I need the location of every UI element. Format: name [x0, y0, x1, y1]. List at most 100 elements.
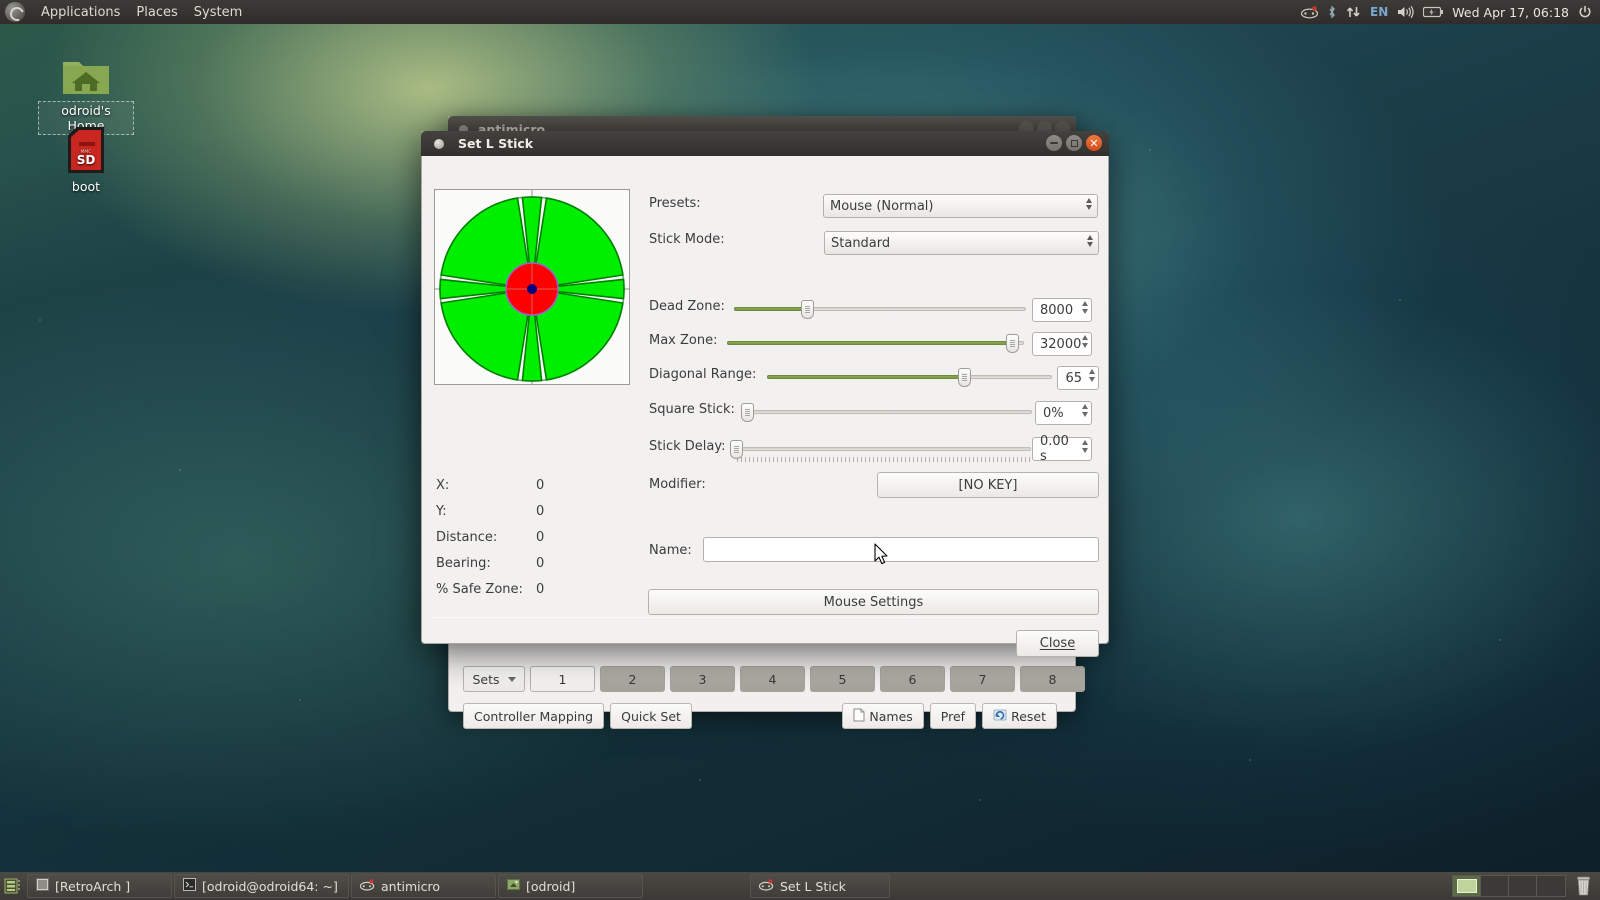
square-stick-slider-track[interactable]	[747, 410, 1032, 414]
workspace-1[interactable]	[1453, 876, 1481, 896]
dead-zone-label-row: Dead Zone:	[649, 299, 725, 314]
set-button-6[interactable]: 6	[880, 666, 945, 692]
dialog-window-buttons: ✕	[1046, 135, 1102, 151]
presets-dropdown[interactable]: Mouse (Normal)	[823, 194, 1098, 218]
clock[interactable]: Wed Apr 17, 06:18	[1452, 5, 1569, 20]
spinbox-arrows-icon[interactable]	[1082, 440, 1088, 453]
presets-label: Presets:	[649, 196, 701, 211]
battery-icon[interactable]	[1423, 6, 1443, 18]
sets-dropdown[interactable]: Sets	[463, 666, 525, 692]
stat-label-bearing: Bearing:	[436, 556, 536, 571]
square-stick-spinbox[interactable]: 0%	[1035, 401, 1092, 425]
set-button-3[interactable]: 3	[670, 666, 735, 692]
desktop-icon-boot[interactable]: SD MMC boot	[38, 122, 134, 195]
show-desktop-icon[interactable]	[2, 874, 24, 898]
trash-icon[interactable]	[1570, 874, 1596, 898]
quick-set-button[interactable]: Quick Set	[610, 703, 692, 729]
workspace-2[interactable]	[1481, 876, 1509, 896]
task-button-terminal[interactable]: [odroid@odroid64: ~]	[174, 874, 349, 898]
workspace-switcher[interactable]	[1452, 875, 1566, 897]
maximize-icon[interactable]	[1066, 135, 1082, 151]
task-button-antimicro-label: antimicro	[381, 879, 440, 894]
spinbox-arrows-icon[interactable]	[1082, 335, 1088, 348]
stick-zone-diagram	[435, 190, 629, 384]
stat-value-bearing: 0	[536, 556, 544, 571]
task-button-odroid[interactable]: [odroid]	[498, 874, 643, 898]
modifier-label: Modifier:	[649, 477, 706, 492]
gamepad-icon	[360, 879, 375, 894]
presets-row: Presets:	[649, 196, 701, 211]
controller-mapping-button[interactable]: Controller Mapping	[463, 703, 604, 729]
stick-stats: X: 0 Y: 0 Distance: 0 Bearing: 0 % Safe …	[436, 472, 636, 602]
max-zone-label-row: Max Zone:	[649, 333, 718, 348]
stat-value-x: 0	[536, 478, 544, 493]
task-button-terminal-label: [odroid@odroid64: ~]	[202, 879, 338, 894]
reset-button[interactable]: Reset	[982, 703, 1057, 729]
mouse-settings-button[interactable]: Mouse Settings	[648, 589, 1099, 615]
stick-mode-label: Stick Mode:	[649, 232, 725, 247]
chevron-down-icon	[508, 677, 516, 682]
pref-button[interactable]: Pref	[930, 703, 976, 729]
close-button[interactable]: Close	[1016, 630, 1099, 657]
dead-zone-label: Dead Zone:	[649, 299, 725, 314]
max-zone-slider[interactable]	[727, 333, 1024, 353]
stick-preview[interactable]	[434, 189, 630, 385]
max-zone-slider-handle[interactable]	[1006, 334, 1019, 353]
spinbox-arrows-icon[interactable]	[1082, 301, 1088, 314]
set-button-7[interactable]: 7	[950, 666, 1015, 692]
diagonal-range-spinbox[interactable]: 65	[1057, 366, 1099, 390]
action-row: Controller Mapping Quick Set Names Pref …	[463, 703, 1063, 729]
task-button-set-l-stick[interactable]: Set L Stick	[750, 874, 890, 898]
task-button-retroarch[interactable]: [RetroArch ]	[27, 874, 172, 898]
task-button-antimicro[interactable]: antimicro	[351, 874, 496, 898]
set-button-4[interactable]: 4	[740, 666, 805, 692]
modifier-label-row: Modifier:	[649, 477, 706, 492]
max-zone-slider-fill	[727, 341, 1012, 345]
diagonal-range-slider[interactable]	[767, 367, 1052, 387]
stick-delay-spinbox[interactable]: 0.00 s	[1032, 437, 1092, 461]
minimize-icon[interactable]	[1046, 135, 1062, 151]
pref-button-label: Pref	[941, 709, 965, 724]
stat-value-y: 0	[536, 504, 544, 519]
ubuntu-logo-icon[interactable]	[5, 2, 25, 22]
close-button-label: Close	[1040, 636, 1075, 651]
workspace-4[interactable]	[1537, 876, 1565, 896]
square-stick-slider[interactable]	[747, 402, 1032, 422]
set-button-2[interactable]: 2	[600, 666, 665, 692]
network-updown-icon[interactable]	[1346, 5, 1361, 19]
dead-zone-slider[interactable]	[734, 299, 1026, 319]
bluetooth-icon[interactable]	[1327, 5, 1337, 20]
stick-delay-slider-track[interactable]	[736, 447, 1031, 451]
stick-mode-dropdown[interactable]: Standard	[824, 231, 1099, 255]
menu-applications[interactable]: Applications	[33, 3, 128, 22]
diagonal-range-slider-handle[interactable]	[958, 368, 971, 387]
dead-zone-spinbox[interactable]: 8000	[1032, 298, 1092, 322]
svg-text:MMC: MMC	[81, 149, 92, 155]
max-zone-spinbox[interactable]: 32000	[1032, 332, 1092, 356]
modifier-button[interactable]: [NO KEY]	[877, 472, 1099, 498]
gamepad-icon[interactable]	[1301, 6, 1318, 19]
set-button-5[interactable]: 5	[810, 666, 875, 692]
set-l-stick-dialog[interactable]: Set L Stick ✕	[421, 131, 1109, 644]
set-button-1[interactable]: 1	[530, 666, 595, 692]
volume-icon[interactable]	[1397, 5, 1414, 19]
stat-row-y: Y: 0	[436, 498, 636, 524]
set-button-8[interactable]: 8	[1020, 666, 1085, 692]
square-stick-slider-handle[interactable]	[741, 403, 754, 422]
close-icon[interactable]: ✕	[1086, 135, 1102, 151]
keyboard-layout-indicator[interactable]: EN	[1370, 5, 1388, 19]
spinbox-arrows-icon[interactable]	[1082, 404, 1088, 417]
names-button-label: Names	[869, 709, 912, 724]
dialog-titlebar[interactable]: Set L Stick ✕	[421, 131, 1109, 156]
names-button[interactable]: Names	[842, 703, 923, 729]
task-button-retroarch-label: [RetroArch ]	[55, 879, 130, 894]
menu-system[interactable]: System	[186, 3, 250, 22]
spinbox-arrows-icon[interactable]	[1089, 369, 1095, 382]
gamepad-icon	[759, 879, 774, 894]
stick-delay-slider[interactable]	[736, 439, 1031, 459]
power-icon[interactable]	[1578, 5, 1592, 19]
name-input[interactable]	[703, 537, 1099, 562]
workspace-3[interactable]	[1509, 876, 1537, 896]
menu-places[interactable]: Places	[128, 3, 185, 22]
dead-zone-slider-handle[interactable]	[801, 300, 814, 319]
